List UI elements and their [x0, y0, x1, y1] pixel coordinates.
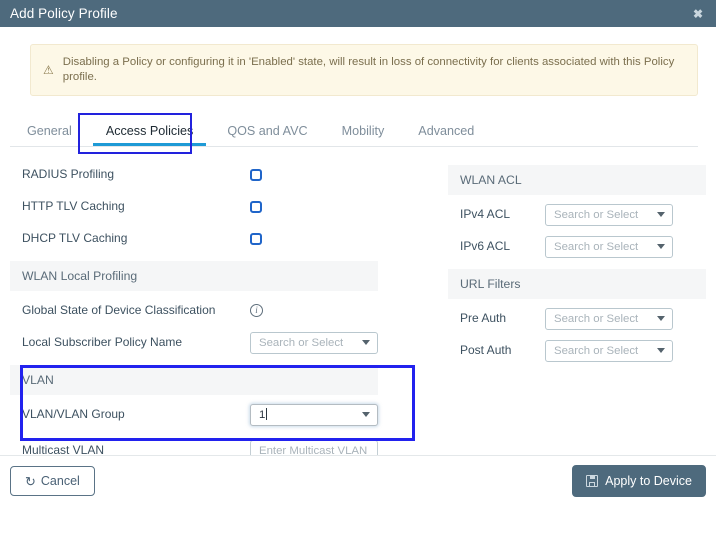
- select-vlan-vlan-group-value: 1: [259, 409, 266, 422]
- checkbox-dhcp-tlv-caching[interactable]: [250, 232, 262, 245]
- close-icon[interactable]: ✖: [690, 6, 706, 22]
- form-columns: RADIUS Profiling HTTP TLV Caching DHCP T…: [0, 159, 716, 467]
- apply-to-device-button-label: Apply to Device: [605, 474, 692, 488]
- section-wlan-local-profiling: WLAN Local Profiling: [10, 260, 378, 291]
- save-disk-icon: [586, 474, 599, 487]
- label-post-auth: Post Auth: [460, 343, 512, 358]
- select-post-auth[interactable]: Search or Select: [545, 339, 673, 362]
- warning-banner: ⚠ Disabling a Policy or configuring it i…: [30, 44, 698, 96]
- apply-to-device-button[interactable]: Apply to Device: [572, 465, 706, 497]
- dialog-body: ⚠ Disabling a Policy or configuring it i…: [0, 44, 716, 506]
- section-wlan-acl: WLAN ACL: [448, 164, 706, 195]
- row-radius-profiling: RADIUS Profiling: [10, 159, 440, 191]
- select-ipv6-acl-value: Search or Select: [554, 240, 639, 253]
- warning-triangle-icon: ⚠: [43, 62, 54, 77]
- chevron-down-icon: [657, 212, 665, 218]
- tab-qos-and-avc[interactable]: QOS and AVC: [210, 124, 324, 146]
- text-cursor: [266, 408, 268, 421]
- tab-bar: General Access Policies QOS and AVC Mobi…: [10, 112, 698, 154]
- row-local-subscriber-policy-name: Local Subscriber Policy Name Search or S…: [10, 327, 440, 359]
- row-vlan-vlan-group: VLAN/VLAN Group 1: [10, 399, 440, 431]
- section-vlan: VLAN: [10, 364, 378, 395]
- dialog-title: Add Policy Profile: [10, 6, 118, 21]
- dialog-titlebar: Add Policy Profile ✖: [0, 0, 716, 27]
- dialog-footer: ↺ Cancel Apply to Device: [0, 455, 716, 506]
- chevron-down-icon: [657, 316, 665, 322]
- warning-message: Disabling a Policy or configuring it in …: [62, 56, 675, 83]
- select-ipv4-acl[interactable]: Search or Select: [545, 203, 673, 226]
- row-dhcp-tlv-caching: DHCP TLV Caching: [10, 223, 440, 255]
- label-ipv6-acl: IPv6 ACL: [460, 239, 511, 254]
- row-ipv4-acl: IPv4 ACL Search or Select: [448, 199, 706, 231]
- section-url-filters: URL Filters: [448, 268, 706, 299]
- select-local-subscriber-policy-name-value: Search or Select: [259, 336, 344, 349]
- chevron-down-icon: [362, 412, 370, 418]
- right-form-column: WLAN ACL IPv4 ACL Search or Select IPv6 …: [440, 159, 706, 467]
- row-pre-auth: Pre Auth Search or Select: [448, 303, 706, 335]
- undo-arrow-icon: ↺: [25, 473, 36, 489]
- label-pre-auth: Pre Auth: [460, 311, 507, 326]
- checkbox-http-tlv-caching[interactable]: [250, 200, 262, 213]
- row-http-tlv-caching: HTTP TLV Caching: [10, 191, 440, 223]
- row-global-state-device-classification: Global State of Device Classification i: [10, 295, 440, 327]
- select-ipv4-acl-value: Search or Select: [554, 208, 639, 221]
- row-post-auth: Post Auth Search or Select: [448, 335, 706, 367]
- chevron-down-icon: [362, 340, 370, 346]
- row-ipv6-acl: IPv6 ACL Search or Select: [448, 231, 706, 263]
- label-local-subscriber-policy-name: Local Subscriber Policy Name: [22, 335, 183, 350]
- label-global-state-device-classification: Global State of Device Classification: [22, 303, 216, 318]
- left-form-column: RADIUS Profiling HTTP TLV Caching DHCP T…: [0, 159, 440, 467]
- tab-mobility[interactable]: Mobility: [325, 124, 402, 146]
- select-pre-auth-value: Search or Select: [554, 312, 639, 325]
- select-local-subscriber-policy-name[interactable]: Search or Select: [250, 331, 378, 354]
- label-dhcp-tlv-caching: DHCP TLV Caching: [22, 231, 128, 246]
- select-vlan-vlan-group[interactable]: 1: [250, 403, 378, 426]
- select-ipv6-acl[interactable]: Search or Select: [545, 235, 673, 258]
- label-http-tlv-caching: HTTP TLV Caching: [22, 199, 125, 214]
- cancel-button-label: Cancel: [40, 474, 80, 488]
- cancel-button[interactable]: ↺ Cancel: [10, 466, 95, 496]
- info-icon[interactable]: i: [250, 304, 263, 318]
- select-pre-auth[interactable]: Search or Select: [545, 307, 673, 330]
- vlan-block: VLAN VLAN/VLAN Group 1: [10, 364, 440, 441]
- label-ipv4-acl: IPv4 ACL: [460, 207, 511, 222]
- tab-advanced[interactable]: Advanced: [401, 124, 491, 146]
- select-post-auth-value: Search or Select: [554, 344, 639, 357]
- tab-general[interactable]: General: [10, 124, 89, 146]
- chevron-down-icon: [657, 244, 665, 250]
- checkbox-radius-profiling[interactable]: [250, 168, 262, 181]
- label-radius-profiling: RADIUS Profiling: [22, 167, 115, 182]
- tab-access-policies[interactable]: Access Policies: [89, 124, 211, 146]
- label-vlan-vlan-group: VLAN/VLAN Group: [22, 407, 125, 422]
- chevron-down-icon: [657, 348, 665, 354]
